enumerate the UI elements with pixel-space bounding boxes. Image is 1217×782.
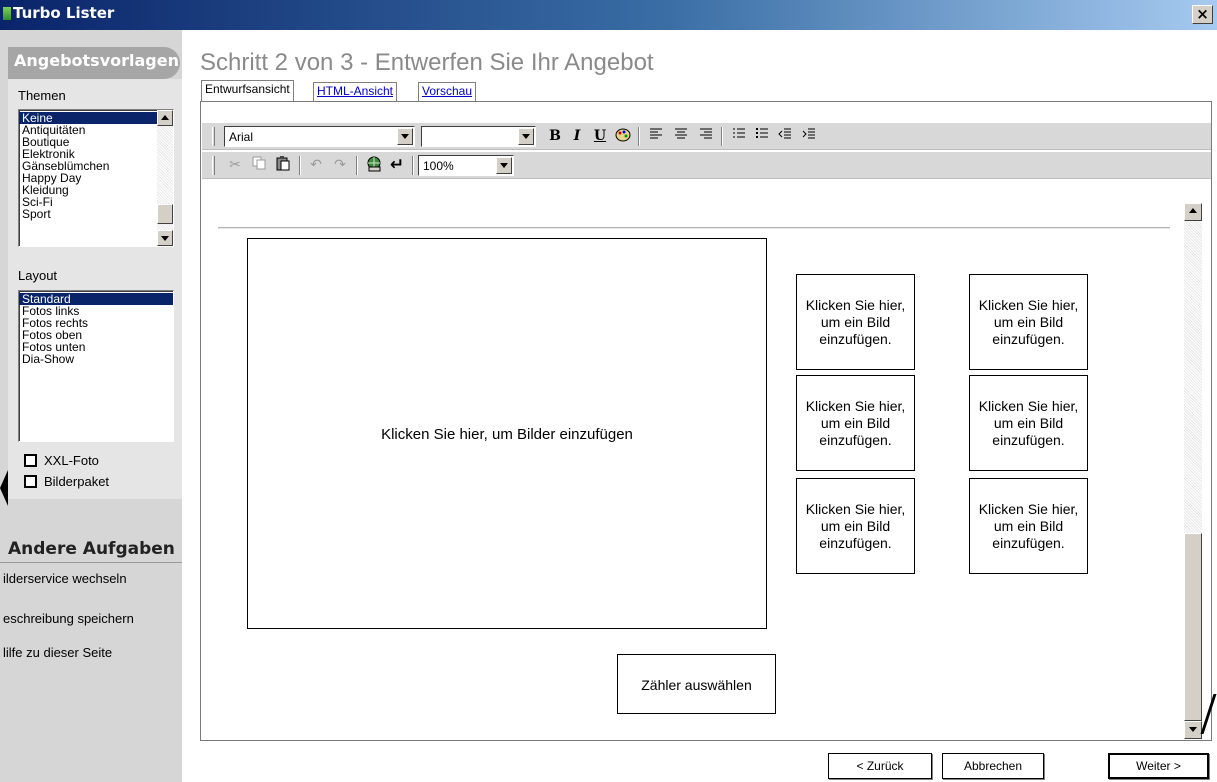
photo-slot-text: Klicken Sie hier, um ein Bild einzufügen… <box>805 397 906 448</box>
toolbar-grip <box>212 127 215 146</box>
window-title: Turbo Lister <box>13 4 115 22</box>
main-photo-placeholder[interactable]: Klicken Sie hier, um Bilder einzufügen <box>247 238 767 629</box>
counter-select-text: Zähler auswählen <box>641 677 752 693</box>
task-change-image-service[interactable]: ilderservice wechseln <box>3 571 127 586</box>
toolbar-separator <box>638 127 640 146</box>
canvas-divider <box>218 227 1170 229</box>
toolbar-separator <box>412 156 414 175</box>
zoom-select[interactable]: 100% <box>418 155 514 176</box>
bilderpaket-label: Bilderpaket <box>44 474 110 489</box>
text-color-palette-icon[interactable] <box>612 127 634 146</box>
font-family-dropdown-button[interactable] <box>397 128 413 145</box>
counter-select-box[interactable]: Zähler auswählen <box>617 654 776 714</box>
font-family-select[interactable]: Arial <box>224 126 415 147</box>
edit-toolbar: ✂ ↶ ↷ ↵ 100% <box>202 152 1211 179</box>
zoom-dropdown-button[interactable] <box>496 157 512 174</box>
tab-design-view[interactable]: Entwurfsansicht <box>201 80 294 102</box>
toolbar-separator <box>299 156 301 175</box>
arrow-down-icon <box>161 236 169 241</box>
templates-header-label: Angebotsvorlagen <box>14 51 179 70</box>
themes-scroll-up-button[interactable] <box>157 110 173 126</box>
photo-slot-text: Klicken Sie hier, um ein Bild einzufügen… <box>978 296 1079 347</box>
layout-item[interactable]: Dia-Show <box>19 353 173 365</box>
toolbar-separator <box>356 156 358 175</box>
canvas-scrollbar[interactable] <box>1184 203 1202 739</box>
cancel-button[interactable]: Abbrechen <box>942 753 1044 779</box>
insert-hyperlink-globe-icon[interactable] <box>363 156 385 175</box>
font-family-value: Arial <box>229 130 254 144</box>
chevron-down-icon <box>401 134 409 139</box>
undo-icon[interactable]: ↶ <box>305 156 327 175</box>
chevron-down-icon <box>522 134 530 139</box>
themes-scrollbar[interactable] <box>157 110 173 246</box>
xxl-foto-label: XXL-Foto <box>44 453 99 468</box>
left-edge-pointer-icon <box>0 470 8 506</box>
themes-scroll-down-button[interactable] <box>157 230 173 246</box>
tab-preview[interactable]: Vorschau <box>418 82 477 101</box>
turbo-lister-app-icon <box>3 7 11 20</box>
close-button[interactable]: × <box>1192 5 1213 24</box>
photo-slot-6[interactable]: Klicken Sie hier, um ein Bild einzufügen… <box>969 478 1088 574</box>
main-photo-placeholder-text: Klicken Sie hier, um Bilder einzufügen <box>381 426 633 443</box>
editor-frame: Arial B I U ✂ ↶ ↷ ↵ 100% Klicken Sie hie… <box>200 101 1212 741</box>
other-tasks-title: Andere Aufgaben <box>8 539 175 559</box>
tab-html-view[interactable]: HTML-Ansicht <box>313 82 398 101</box>
themes-scroll-thumb[interactable] <box>157 204 173 224</box>
photo-slot-text: Klicken Sie hier, um ein Bild einzufügen… <box>978 397 1079 448</box>
window-titlebar: Turbo Lister × <box>0 0 1217 30</box>
numbered-list-icon[interactable] <box>728 127 750 146</box>
back-button[interactable]: < Zurück <box>828 753 932 779</box>
xxl-foto-checkbox[interactable] <box>24 454 37 467</box>
copy-icon[interactable] <box>248 156 270 175</box>
photo-slot-1[interactable]: Klicken Sie hier, um ein Bild einzufügen… <box>796 274 915 370</box>
decrease-indent-icon[interactable] <box>774 127 796 146</box>
left-panel: Angebotsvorlagen Themen Keine Antiquitäte… <box>0 30 182 782</box>
bilderpaket-checkbox[interactable] <box>24 475 37 488</box>
photo-slot-3[interactable]: Klicken Sie hier, um ein Bild einzufügen… <box>796 375 915 471</box>
chevron-down-icon <box>500 163 508 168</box>
themes-label: Themen <box>18 88 66 103</box>
layout-label: Layout <box>18 268 58 283</box>
arrow-down-icon <box>1189 727 1197 732</box>
photo-slot-5[interactable]: Klicken Sie hier, um ein Bild einzufügen… <box>796 478 915 574</box>
underline-button[interactable]: U <box>589 127 611 146</box>
next-button[interactable]: Weiter > <box>1108 753 1209 779</box>
arrow-up-icon <box>1189 208 1197 213</box>
page-title: Schritt 2 von 3 - Entwerfen Sie Ihr Ange… <box>200 49 654 76</box>
canvas-scroll-down-button[interactable] <box>1184 721 1202 739</box>
line-break-icon[interactable]: ↵ <box>386 156 408 175</box>
task-help-page[interactable]: lilfe zu dieser Seite <box>3 645 112 660</box>
other-tasks-divider <box>0 562 182 563</box>
photo-slot-2[interactable]: Klicken Sie hier, um ein Bild einzufügen… <box>969 274 1088 370</box>
photo-slot-text: Klicken Sie hier, um ein Bild einzufügen… <box>978 500 1079 551</box>
themes-listbox[interactable]: Keine Antiquitäten Boutique Elektronik Gänse… <box>18 109 174 247</box>
canvas-scroll-thumb[interactable] <box>1184 533 1202 721</box>
arrow-up-icon <box>161 115 169 120</box>
font-size-select[interactable] <box>421 126 536 147</box>
task-save-description[interactable]: eschreibung speichern <box>3 611 134 626</box>
bullet-list-icon[interactable] <box>751 127 773 146</box>
increase-indent-icon[interactable] <box>798 127 820 146</box>
templates-header: Angebotsvorlagen <box>8 47 180 79</box>
formatting-toolbar: Arial B I U <box>202 123 1211 150</box>
align-right-icon[interactable] <box>695 127 717 146</box>
font-size-dropdown-button[interactable] <box>518 128 534 145</box>
align-center-icon[interactable] <box>670 127 692 146</box>
redo-icon[interactable]: ↷ <box>329 156 351 175</box>
cut-icon[interactable]: ✂ <box>224 156 246 175</box>
canvas-scroll-up-button[interactable] <box>1184 203 1202 221</box>
layout-listbox[interactable]: Standard Fotos links Fotos rechts Fotos obe… <box>18 290 174 442</box>
photo-slot-4[interactable]: Klicken Sie hier, um ein Bild einzufügen… <box>969 375 1088 471</box>
photo-slot-text: Klicken Sie hier, um ein Bild einzufügen… <box>805 296 906 347</box>
bold-button[interactable]: B <box>544 127 566 146</box>
toolbar-separator <box>721 127 723 146</box>
paste-icon[interactable] <box>272 156 294 175</box>
align-left-icon[interactable] <box>645 127 667 146</box>
italic-button[interactable]: I <box>566 127 588 146</box>
template-options: Themen Keine Antiquitäten Boutique Elektron… <box>8 79 182 499</box>
zoom-value: 100% <box>423 159 454 173</box>
theme-item[interactable]: Sport <box>19 208 157 220</box>
photo-slot-text: Klicken Sie hier, um ein Bild einzufügen… <box>805 500 906 551</box>
toolbar-grip <box>212 156 215 175</box>
